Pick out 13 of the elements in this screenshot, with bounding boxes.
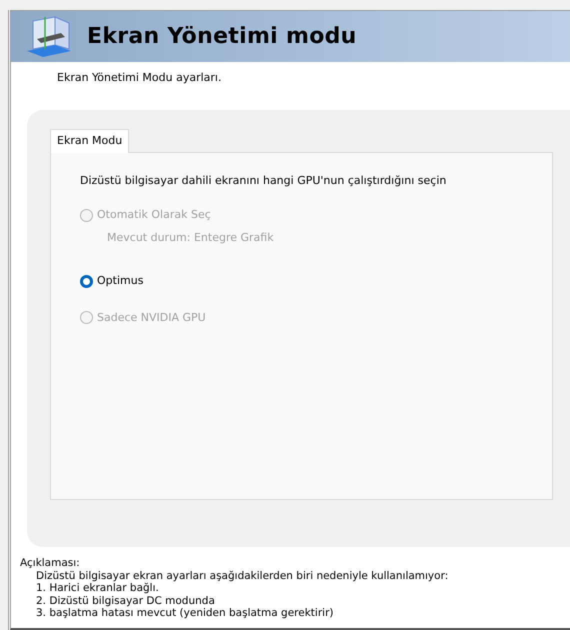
status-note: Mevcut durum: Entegre Grafik: [107, 230, 274, 244]
description-line: 3. başlatma hatası mevcut (yeniden başlatma gerektirir): [36, 607, 334, 619]
description-line: 1. Harici ekranlar bağlı.: [36, 582, 159, 594]
page-title: Ekran Yönetimi modu: [87, 23, 357, 51]
description-line: 2. Dizüstü bilgisayar DC modunda: [36, 594, 215, 606]
description-heading: Açıklaması:: [20, 557, 81, 570]
radio-label[interactable]: Optimus: [97, 273, 144, 290]
subtitle: Ekran Yönetimi Modu ayarları.: [57, 71, 222, 84]
description-line: Dizüstü bilgisayar ekran ayarları aşağıdakilerden biri nedeniyle kullanılamıyor:: [36, 570, 448, 582]
radio-button[interactable]: [80, 274, 93, 288]
prompt-text: Dizüstü bilgisayar dahili ekranını hangi GPU'nun çalıştırdığını seçin: [80, 172, 448, 188]
display-icon: [25, 14, 73, 58]
tab[interactable]: Ekran Modu: [50, 129, 130, 152]
